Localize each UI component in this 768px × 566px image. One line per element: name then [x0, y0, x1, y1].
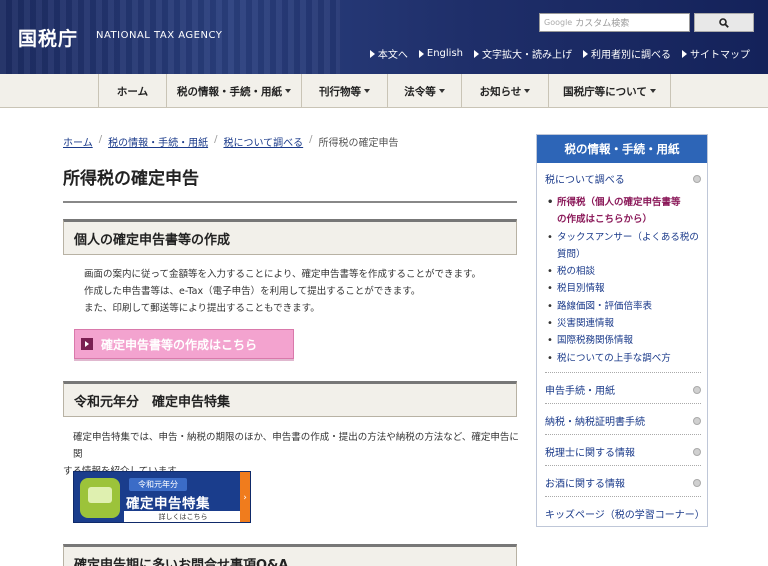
- chevron-down-icon: [364, 89, 370, 93]
- breadcrumb-separator: /: [98, 134, 103, 145]
- chevron-down-icon: [438, 89, 445, 93]
- utility-link-sitemap[interactable]: サイトマップ: [682, 46, 750, 61]
- banner-tag: 令和元年分: [129, 478, 187, 491]
- triangle-right-icon: [682, 49, 687, 58]
- global-nav: ホーム 税の情報・手続・用紙 刊行物等 法令等 お知らせ 国税庁等について: [0, 74, 768, 108]
- triangle-right-icon: [583, 49, 588, 58]
- chevron-right-icon: ›: [240, 472, 250, 522]
- gnav-about[interactable]: 国税庁等について: [548, 74, 671, 108]
- sidebar-item-kids[interactable]: キッズページ（税の学習コーナー）: [545, 506, 705, 521]
- site-logo[interactable]: 国税庁: [18, 24, 78, 51]
- sidebar-sublist: • 所得税（個人の確定申告書等 の作成はこちらから） • タックスアンサー（よくある税…: [547, 194, 701, 367]
- mascot-image: [80, 478, 120, 518]
- site-header: 国税庁 NATIONAL TAX AGENCY Google カスタム検索 本文…: [0, 0, 768, 74]
- google-brand: Google: [544, 18, 573, 27]
- triangle-right-icon: [474, 49, 479, 58]
- section-heading-faq: 確定申告期に多いお問合せ事項Q&A: [63, 544, 517, 566]
- text-line: 画面の案内に従って金額等を入力することにより、確定申告書等を作成することができま…: [84, 269, 482, 280]
- breadcrumb-tax-info[interactable]: 税の情報・手続・用紙: [108, 134, 208, 149]
- sidebar-subitem-consultation[interactable]: • 税の相談: [547, 263, 701, 280]
- search-placeholder: カスタム検索: [575, 19, 630, 29]
- chevron-down-icon: [649, 89, 656, 93]
- divider: [545, 403, 701, 404]
- chevron-down-icon: [285, 89, 291, 93]
- sidebar-title: 税の情報・手続・用紙: [537, 135, 707, 163]
- utility-link-main[interactable]: 本文へ: [369, 46, 408, 61]
- gnav-notices[interactable]: お知らせ: [461, 74, 548, 108]
- triangle-right-icon: [418, 49, 424, 58]
- gnav-publications[interactable]: 刊行物等: [301, 74, 387, 108]
- circle-icon: [693, 478, 701, 487]
- chevron-down-icon: [524, 89, 531, 93]
- circle-icon: [693, 416, 701, 425]
- sidebar-item-alcohol[interactable]: お酒に関する情報: [545, 475, 701, 490]
- utility-link-accessibility[interactable]: 文字拡大・読み上げ: [474, 46, 572, 61]
- site-logo-en: NATIONAL TAX AGENCY: [96, 30, 223, 41]
- sidebar-subitem-disaster[interactable]: • 災害関連情報: [547, 315, 701, 332]
- utility-links: 本文へ English 文字拡大・読み上げ 利用者別に調べる サイトマップ: [369, 46, 750, 61]
- text-line: 作成した申告書等は、e-Tax（電子申告）を利用して提出することができます。: [84, 286, 421, 297]
- banner-title: 確定申告特集: [126, 496, 210, 512]
- circle-icon: [693, 385, 701, 394]
- divider: [545, 372, 701, 373]
- search-icon: [719, 17, 729, 28]
- breadcrumb-research[interactable]: 税について調べる: [223, 134, 303, 149]
- divider: [545, 434, 701, 435]
- divider: [545, 496, 701, 497]
- circle-icon: [693, 447, 701, 456]
- sidebar-item-label: 納税・納税証明書手続: [545, 417, 645, 428]
- section-heading-create-return: 個人の確定申告書等の作成: [63, 219, 517, 255]
- divider: [545, 465, 701, 466]
- create-return-button-label: 確定申告書等の作成はこちら: [101, 337, 258, 352]
- gnav-tax-info[interactable]: 税の情報・手続・用紙: [166, 74, 301, 108]
- section-heading-special-feature: 令和元年分 確定申告特集: [63, 381, 517, 417]
- circle-icon: [693, 174, 701, 183]
- special-feature-banner[interactable]: 令和元年分 確定申告特集 詳しくはこちら ›: [73, 471, 251, 523]
- sidebar-nav: 税の情報・手続・用紙 税について調べる • 所得税（個人の確定申告書等 の作成はこち…: [536, 134, 708, 527]
- section-create-description: 画面の案内に従って金額等を入力することにより、確定申告書等を作成することができま…: [84, 266, 514, 317]
- gnav-laws[interactable]: 法令等: [387, 74, 461, 108]
- sidebar-subitem-howto[interactable]: • 税についての上手な調べ方: [547, 350, 701, 367]
- sidebar-subitem-income-tax[interactable]: • 所得税（個人の確定申告書等 の作成はこちらから）: [547, 194, 701, 229]
- sidebar-item-label: 税について調べる: [545, 175, 625, 186]
- text-line: 確定申告特集では、申告・納税の期限のほか、申告書の作成・提出の方法や納税の方法な…: [73, 432, 519, 460]
- text-line: また、印刷して郵送等により提出することもできます。: [84, 303, 320, 314]
- breadcrumb-current: 所得税の確定申告: [318, 138, 399, 149]
- search-input[interactable]: Google カスタム検索: [539, 13, 690, 32]
- utility-link-english[interactable]: English: [418, 46, 463, 61]
- create-return-button[interactable]: 確定申告書等の作成はこちら: [74, 329, 294, 359]
- sidebar-subitem-route-price[interactable]: • 路線価図・評価倍率表: [547, 298, 701, 315]
- breadcrumb-separator: /: [214, 134, 218, 145]
- sidebar-subitem-international[interactable]: • 国際税務関係情報: [547, 332, 701, 349]
- utility-link-by-user[interactable]: 利用者別に調べる: [583, 46, 671, 61]
- sidebar-item-payment[interactable]: 納税・納税証明書手続: [545, 413, 701, 428]
- sidebar-subitem-tax-answer[interactable]: • タックスアンサー（よくある税の 質問）: [547, 229, 701, 264]
- banner-sub: 詳しくはこちら: [124, 511, 242, 522]
- breadcrumb-separator: /: [309, 134, 313, 145]
- sidebar-subitem-by-tax-type[interactable]: • 税目別情報: [547, 280, 701, 297]
- sidebar-item-label: 税理士に関する情報: [545, 448, 635, 459]
- breadcrumb-home[interactable]: ホーム: [63, 134, 93, 149]
- sidebar-item-label: キッズページ（税の学習コーナー）: [545, 510, 705, 521]
- gnav-home[interactable]: ホーム: [98, 74, 166, 108]
- sidebar-item-label: 申告手続・用紙: [545, 386, 615, 397]
- sidebar-item-research[interactable]: 税について調べる: [545, 171, 701, 186]
- sidebar-item-tax-accountant[interactable]: 税理士に関する情報: [545, 444, 701, 459]
- sidebar-item-forms[interactable]: 申告手続・用紙: [545, 382, 701, 397]
- page-title: 所得税の確定申告: [63, 164, 517, 203]
- sidebar-item-label: お酒に関する情報: [545, 479, 625, 490]
- arrow-right-icon: [81, 338, 93, 350]
- search-button[interactable]: [694, 13, 754, 32]
- triangle-right-icon: [369, 49, 375, 58]
- breadcrumb: ホーム / 税の情報・手続・用紙 / 税について調べる / 所得税の確定申告: [63, 134, 399, 149]
